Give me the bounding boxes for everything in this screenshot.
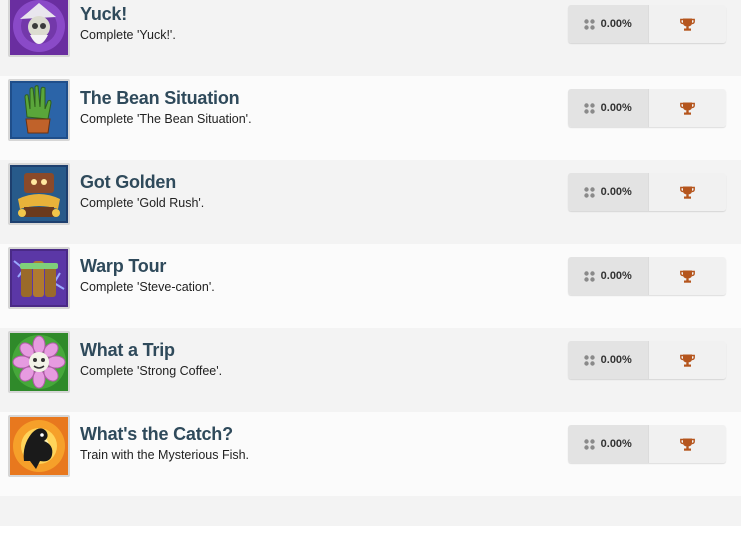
achievement-row: Warp Tour Complete 'Steve-cation'. 0.00% — [0, 244, 741, 328]
achievement-description: Complete 'Yuck!'. — [80, 28, 176, 42]
trophy-button[interactable] — [647, 425, 726, 463]
unlock-percent-button[interactable]: 0.00% — [568, 257, 648, 295]
unlock-percent: 0.00% — [600, 438, 632, 450]
achievement-row: What's the Catch? Train with the Mysteri… — [0, 412, 741, 496]
bronze-trophy-icon — [679, 438, 695, 451]
unlock-percent: 0.00% — [600, 354, 632, 366]
achievement-description: Complete 'The Bean Situation'. — [80, 112, 252, 126]
achievement-title: What's the Catch? — [80, 424, 233, 444]
unlock-percent-button[interactable]: 0.00% — [568, 173, 648, 211]
achievement-stats: 0.00% — [568, 5, 726, 43]
bronze-trophy-icon — [679, 354, 695, 367]
achievement-stats: 0.00% — [568, 425, 726, 463]
achievement-stats: 0.00% — [568, 257, 726, 295]
achievement-stats: 0.00% — [568, 173, 726, 211]
unlock-percent-button[interactable]: 0.00% — [568, 89, 648, 127]
unlock-percent: 0.00% — [600, 270, 632, 282]
unlock-percent-button[interactable]: 0.00% — [568, 425, 648, 463]
trophy-button[interactable] — [647, 173, 726, 211]
unlock-percent-button[interactable]: 0.00% — [568, 5, 648, 43]
trophy-button[interactable] — [647, 89, 726, 127]
green-glove-icon — [8, 79, 70, 141]
mysterious-fish-icon — [8, 415, 70, 477]
trophy-button[interactable] — [647, 257, 726, 295]
unlock-percent: 0.00% — [600, 186, 632, 198]
grid-dots-icon — [583, 354, 595, 366]
warp-pipes-icon — [8, 247, 70, 309]
grid-dots-icon — [583, 438, 595, 450]
grid-dots-icon — [583, 270, 595, 282]
unlock-percent: 0.00% — [600, 18, 632, 30]
unlock-percent: 0.00% — [600, 102, 632, 114]
achievement-title: The Bean Situation — [80, 88, 240, 108]
achievement-description: Complete 'Steve-cation'. — [80, 280, 215, 294]
achievement-description: Complete 'Gold Rush'. — [80, 196, 205, 210]
pink-flower-icon — [8, 331, 70, 393]
zombie-wizard-icon — [8, 0, 70, 57]
grid-dots-icon — [583, 102, 595, 114]
achievement-stats: 0.00% — [568, 89, 726, 127]
achievement-row: What a Trip Complete 'Strong Coffee'. 0.… — [0, 328, 741, 412]
gold-treasure-icon — [8, 163, 70, 225]
achievement-row: The Bean Situation Complete 'The Bean Si… — [0, 76, 741, 160]
achievement-title: Yuck! — [80, 4, 128, 24]
grid-dots-icon — [583, 18, 595, 30]
achievement-title: What a Trip — [80, 340, 175, 360]
unlock-percent-button[interactable]: 0.00% — [568, 341, 648, 379]
bronze-trophy-icon — [679, 186, 695, 199]
trophy-button[interactable] — [647, 341, 726, 379]
achievement-row: Got Golden Complete 'Gold Rush'. 0.00% — [0, 160, 741, 244]
bronze-trophy-icon — [679, 102, 695, 115]
achievement-description: Train with the Mysterious Fish. — [80, 448, 250, 462]
achievement-row: Yuck! Complete 'Yuck!'. 0.00% — [0, 0, 741, 76]
achievement-stats: 0.00% — [568, 341, 726, 379]
trophy-button[interactable] — [647, 5, 726, 43]
bronze-trophy-icon — [679, 18, 695, 31]
achievement-title: Got Golden — [80, 172, 176, 192]
achievement-row-partial — [0, 496, 741, 526]
achievement-description: Complete 'Strong Coffee'. — [80, 364, 223, 378]
achievement-title: Warp Tour — [80, 256, 167, 276]
bronze-trophy-icon — [679, 270, 695, 283]
achievement-list: Yuck! Complete 'Yuck!'. 0.00% The Bean S… — [0, 0, 741, 534]
grid-dots-icon — [583, 186, 595, 198]
